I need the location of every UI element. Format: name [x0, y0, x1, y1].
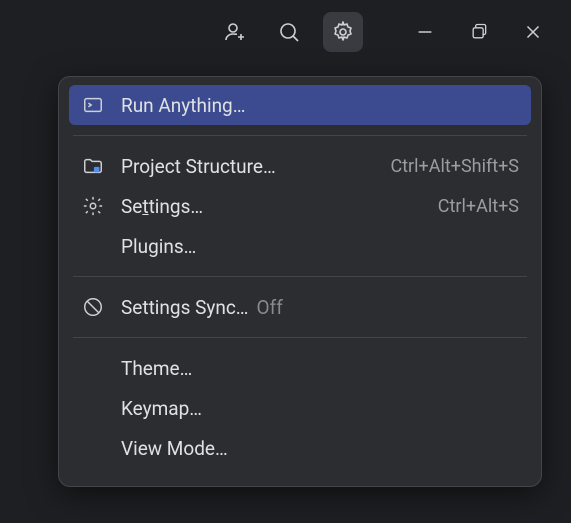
- close-button[interactable]: [513, 12, 553, 52]
- menu-item-view-mode[interactable]: View Mode…: [69, 428, 531, 468]
- restore-icon: [469, 22, 489, 42]
- menu-label: View Mode…: [121, 437, 228, 460]
- close-icon: [522, 21, 544, 43]
- menu-item-plugins[interactable]: Plugins…: [69, 226, 531, 266]
- minimize-button[interactable]: [405, 12, 445, 52]
- invite-button[interactable]: [215, 12, 255, 52]
- menu-label: Plugins…: [121, 235, 196, 258]
- settings-gear-button[interactable]: [323, 12, 363, 52]
- menu-label: Settings Sync…: [121, 296, 249, 319]
- restore-button[interactable]: [459, 12, 499, 52]
- settings-menu: Run Anything… Project Structure… Ctrl+Al…: [58, 76, 542, 487]
- search-button[interactable]: [269, 12, 309, 52]
- title-toolbar: [0, 0, 571, 64]
- menu-status: Off: [257, 296, 283, 319]
- menu-item-settings-sync[interactable]: Settings Sync… Off: [69, 287, 531, 327]
- menu-label: Project Structure…: [121, 155, 276, 178]
- menu-separator: [73, 276, 527, 277]
- menu-separator: [73, 337, 527, 338]
- menu-label: Settings…: [121, 195, 203, 218]
- menu-shortcut: Ctrl+Alt+S: [438, 196, 519, 217]
- search-icon: [277, 20, 301, 44]
- menu-label: Theme…: [121, 357, 192, 380]
- gear-icon: [81, 194, 105, 218]
- menu-label: Keymap…: [121, 397, 202, 420]
- terminal-icon: [81, 93, 105, 117]
- menu-item-settings[interactable]: Settings… Ctrl+Alt+S: [69, 186, 531, 226]
- minimize-icon: [414, 21, 436, 43]
- menu-item-project-structure[interactable]: Project Structure… Ctrl+Alt+Shift+S: [69, 146, 531, 186]
- gear-icon: [331, 20, 355, 44]
- menu-label: Run Anything…: [121, 94, 245, 117]
- project-icon: [81, 154, 105, 178]
- menu-separator: [73, 135, 527, 136]
- menu-item-keymap[interactable]: Keymap…: [69, 388, 531, 428]
- menu-shortcut: Ctrl+Alt+Shift+S: [390, 156, 519, 177]
- menu-item-theme[interactable]: Theme…: [69, 348, 531, 388]
- user-add-icon: [223, 20, 247, 44]
- sync-off-icon: [81, 295, 105, 319]
- menu-item-run-anything[interactable]: Run Anything…: [69, 85, 531, 125]
